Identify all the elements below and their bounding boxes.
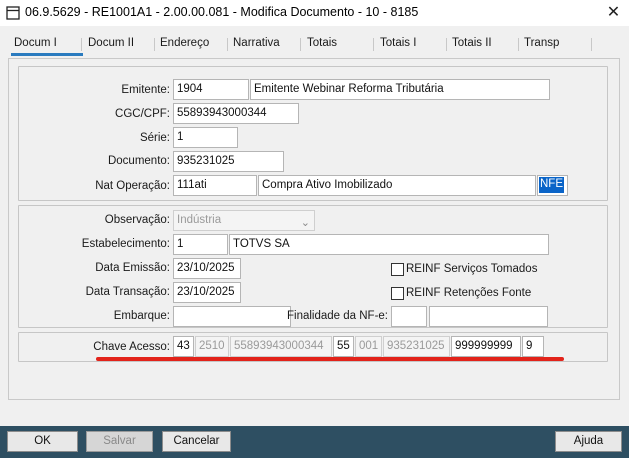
chave-acesso-label: Chave Acesso: <box>93 341 170 353</box>
salvar-button[interactable]: Salvar <box>86 431 153 452</box>
chave-codigo-field[interactable]: 999999999 <box>451 336 521 357</box>
data-transacao-field[interactable]: 23/10/2025 <box>173 282 241 303</box>
title-bar: 06.9.5629 - RE1001A1 - 2.00.00.081 - Mod… <box>0 0 629 26</box>
tab-separator <box>591 38 592 51</box>
cgc-field[interactable]: 55893943000344 <box>173 103 299 124</box>
tab-totais-ii[interactable]: Totais II <box>446 32 492 56</box>
data-emissao-label: Data Emissão: <box>95 262 170 274</box>
natop-code-field[interactable]: 111ati <box>173 175 257 196</box>
cgc-label: CGC/CPF: <box>115 108 170 120</box>
documento-label: Documento: <box>107 155 170 167</box>
reinf-servicos-label: REINF Serviços Tomados <box>406 263 538 275</box>
emitente-code-field[interactable]: 1904 <box>173 79 249 100</box>
button-bar: OK Salvar Cancelar Ajuda <box>0 426 629 458</box>
estabelecimento-name-field[interactable]: TOTVS SA <box>229 234 549 255</box>
reinf-servicos-checkbox[interactable] <box>391 263 404 276</box>
documento-field[interactable]: 935231025 <box>173 151 284 172</box>
dialog-body: Docum I Docum II Endereço Narrativa Tota… <box>0 26 629 426</box>
estabelecimento-code-field[interactable]: 1 <box>173 234 228 255</box>
embarque-label: Embarque: <box>113 310 170 322</box>
tab-bar: Docum I Docum II Endereço Narrativa Tota… <box>8 32 620 56</box>
data-emissao-field[interactable]: 23/10/2025 <box>173 258 241 279</box>
natop-type-field[interactable]: NFE <box>537 175 568 196</box>
natop-desc-field[interactable]: Compra Ativo Imobilizado <box>258 175 536 196</box>
app-icon <box>6 6 20 20</box>
tab-totais-i[interactable]: Totais I <box>374 32 416 56</box>
chave-numero-field: 935231025 <box>383 336 450 357</box>
natop-label: Nat Operação: <box>95 180 170 192</box>
window-title: 06.9.5629 - RE1001A1 - 2.00.00.081 - Mod… <box>25 5 419 19</box>
data-transacao-label: Data Transação: <box>85 286 170 298</box>
tab-totais[interactable]: Totais <box>301 32 337 56</box>
natop-type-value: NFE <box>539 177 564 193</box>
emitente-label: Emitente: <box>121 84 170 96</box>
serie-label: Série: <box>139 132 170 144</box>
finalidade-desc-field[interactable] <box>429 306 548 327</box>
chevron-down-icon: ⌄ <box>300 217 310 229</box>
tab-transp[interactable]: Transp <box>518 32 559 56</box>
reinf-retencoes-checkbox[interactable] <box>391 287 404 300</box>
chave-aamm-field: 2510 <box>195 336 229 357</box>
finalidade-code-field[interactable] <box>391 306 427 327</box>
observacao-select[interactable]: Indústria ⌄ <box>173 210 315 231</box>
embarque-field[interactable] <box>173 306 291 327</box>
ok-button[interactable]: OK <box>7 431 78 452</box>
close-icon: ✕ <box>606 4 621 21</box>
chave-modelo-field[interactable]: 55 <box>333 336 354 357</box>
close-button[interactable]: ✕ <box>598 0 629 26</box>
tab-docum-ii[interactable]: Docum II <box>82 32 134 56</box>
chave-dv-field[interactable]: 9 <box>522 336 544 357</box>
chave-uf-field[interactable]: 43 <box>173 336 194 357</box>
active-tab-indicator <box>11 53 83 56</box>
chave-serie-field: 001 <box>355 336 382 357</box>
cancelar-button[interactable]: Cancelar <box>162 431 231 452</box>
emitente-name-field[interactable]: Emitente Webinar Reforma Tributária <box>250 79 550 100</box>
reinf-retencoes-label: REINF Retenções Fonte <box>406 287 532 299</box>
finalidade-label: Finalidade da NF-e: <box>287 310 388 322</box>
estabelecimento-label: Estabelecimento: <box>81 238 170 250</box>
observacao-label: Observação: <box>104 214 170 226</box>
highlight-underline <box>96 357 564 361</box>
observacao-value: Indústria <box>177 214 222 226</box>
tab-narrativa[interactable]: Narrativa <box>227 32 280 56</box>
chave-cnpj-field: 55893943000344 <box>230 336 332 357</box>
tab-endereco[interactable]: Endereço <box>154 32 209 56</box>
serie-field[interactable]: 1 <box>173 127 238 148</box>
ajuda-button[interactable]: Ajuda <box>555 431 622 452</box>
